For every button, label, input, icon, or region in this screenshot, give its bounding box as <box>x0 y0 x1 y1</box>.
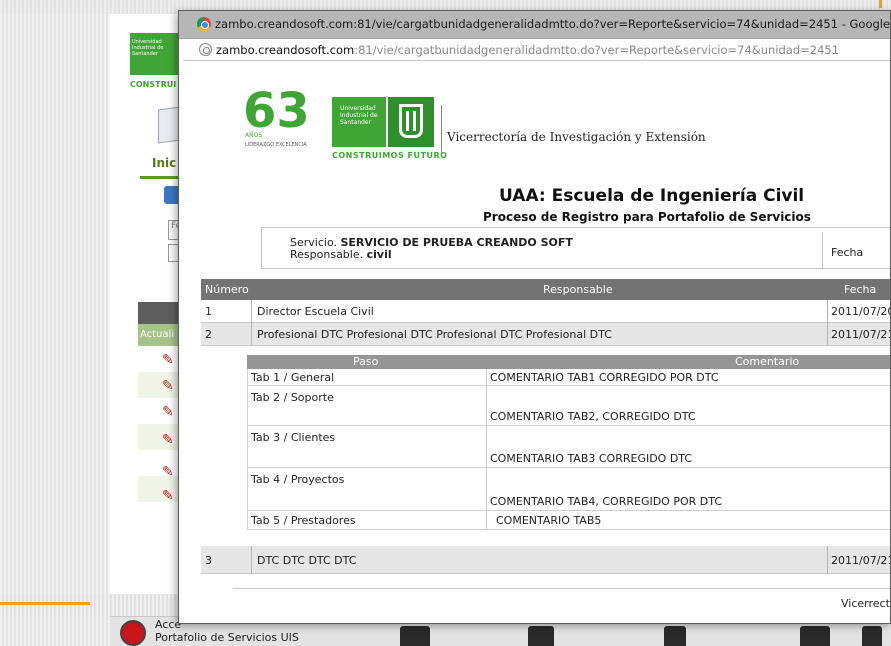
anniversary-63-logo: 63 AÑOS LIDERAZGO EXCELENCIA <box>243 83 310 148</box>
svg-text:AÑOS: AÑOS <box>245 132 262 139</box>
construimos-futuro-text: CONSTRUIMOS FUTURO <box>332 151 448 160</box>
row-number: 3 <box>205 554 212 567</box>
svg-text:63: 63 <box>243 83 310 139</box>
step-row: Tab 2 / Soporte COMENTARIO TAB2, CORREGI… <box>247 386 890 426</box>
step-row: Tab 5 / Prestadores COMENTARIO TAB5 <box>247 511 890 530</box>
step-name: Tab 1 / General <box>251 371 335 384</box>
table-row: 3 DTC DTC DTC DTC 2011/07/21 <box>201 546 891 574</box>
header-divider <box>441 105 442 153</box>
table-row: 2 Profesional DTC Profesional DTC Profes… <box>201 323 891 346</box>
uis-shield-icon <box>388 97 434 147</box>
fecha-label: Fecha <box>822 232 890 270</box>
taskbar-icon[interactable] <box>528 626 554 646</box>
accent-line <box>0 602 90 605</box>
step-row: Tab 4 / Proyectos COMENTARIO TAB4, CORRE… <box>247 468 890 511</box>
steps-table-header: Paso Comentario <box>247 355 890 369</box>
step-comment: COMENTARIO TAB2, CORREGIDO DTC <box>490 410 696 423</box>
background-construi-text: CONSTRUI <box>130 80 177 89</box>
header-comentario: Comentario <box>735 355 800 368</box>
uis-logo-text: Universidad Industrial de Santander <box>332 97 386 147</box>
service-info-box: Servicio. SERVICIO DE PRUEBA CREANDO SOF… <box>261 227 890 270</box>
left-stripe-decoration <box>0 0 110 646</box>
row-fecha: 2011/07/20 <box>831 305 891 318</box>
row-responsable: Profesional DTC Profesional DTC Profesio… <box>257 328 612 341</box>
header-paso: Paso <box>353 355 379 368</box>
taskbar-icon[interactable] <box>800 626 830 646</box>
main-table-header: Número Responsable Fecha <box>201 279 890 300</box>
uis-logo: Universidad Industrial de Santander <box>332 97 434 147</box>
row-responsable: DTC DTC DTC DTC <box>257 554 357 567</box>
step-comment: COMENTARIO TAB3 CORREGIDO DTC <box>490 452 693 465</box>
row-fecha: 2011/07/21 <box>831 554 891 567</box>
record-icon[interactable] <box>120 620 146 646</box>
taskbar-icon[interactable] <box>400 626 430 646</box>
header-fecha: Fecha <box>844 283 877 296</box>
header-responsable: Responsable <box>543 283 613 296</box>
document-icon <box>158 106 180 144</box>
edit-pencil-icon[interactable]: ✎ <box>162 432 174 448</box>
step-name: Tab 5 / Prestadores <box>251 514 356 527</box>
svg-text:LIDERAZGO EXCELENCIA: LIDERAZGO EXCELENCIA <box>245 142 307 148</box>
url-text[interactable]: zambo.creandosoft.com:81/vie/cargatbunid… <box>216 43 839 57</box>
edit-pencil-icon[interactable]: ✎ <box>162 464 174 480</box>
row-responsable: Director Escuela Civil <box>257 305 374 318</box>
step-name: Tab 3 / Clientes <box>251 431 336 444</box>
footer-divider <box>233 588 890 589</box>
address-bar[interactable]: zambo.creandosoft.com:81/vie/cargatbunid… <box>183 39 890 61</box>
step-comment: COMENTARIO TAB5 <box>496 514 602 527</box>
edit-pencil-icon[interactable]: ✎ <box>162 404 174 420</box>
step-comment: COMENTARIO TAB1 CORREGIDO POR DTC <box>490 371 719 384</box>
row-number: 2 <box>205 328 212 341</box>
footer-text: Vicerrecto <box>841 597 890 610</box>
window-titlebar[interactable]: zambo.creandosoft.com:81/vie/cargatbunid… <box>179 11 891 39</box>
report-page: 63 AÑOS LIDERAZGO EXCELENCIA Universidad… <box>183 61 891 623</box>
step-row: Tab 1 / General COMENTARIO TAB1 CORREGID… <box>247 369 890 386</box>
window-title: zambo.creandosoft.com:81/vie/cargatbunid… <box>215 17 891 31</box>
step-row: Tab 3 / Clientes COMENTARIO TAB3 CORREGI… <box>247 426 890 468</box>
step-comment: COMENTARIO TAB4, CORREGIDO POR DTC <box>490 495 722 508</box>
vicerrectoria-title: Vicerrectoría de Investigación y Extensi… <box>447 130 706 144</box>
page-info-icon[interactable] <box>199 43 212 56</box>
responsable-line: Responsable. civil <box>290 248 392 261</box>
taskbar-icon[interactable] <box>664 626 686 646</box>
chrome-icon <box>197 17 211 31</box>
table-row: 1 Director Escuela Civil 2011/07/20 <box>201 300 891 323</box>
row-number: 1 <box>205 305 212 318</box>
background-uis-logo: Universidad Industrial de Santander <box>130 33 180 75</box>
step-name: Tab 4 / Proyectos <box>251 473 345 486</box>
header-numero: Número <box>205 283 249 296</box>
taskbar-icon[interactable] <box>862 626 882 646</box>
edit-pencil-icon[interactable]: ✎ <box>162 378 174 394</box>
edit-pencil-icon[interactable]: ✎ <box>162 352 174 368</box>
accent-line <box>879 0 882 8</box>
background-inicio-link[interactable]: Inic <box>152 156 176 170</box>
edit-pencil-icon[interactable]: ✎ <box>162 488 174 504</box>
page-subtitle: Proceso de Registro para Portafolio de S… <box>483 210 811 224</box>
report-popup-window: zambo.creandosoft.com:81/vie/cargatbunid… <box>178 10 891 624</box>
page-title: UAA: Escuela de Ingeniería Civil <box>499 186 805 206</box>
row-fecha: 2011/07/21 <box>831 328 891 341</box>
step-name: Tab 2 / Soporte <box>251 391 334 404</box>
